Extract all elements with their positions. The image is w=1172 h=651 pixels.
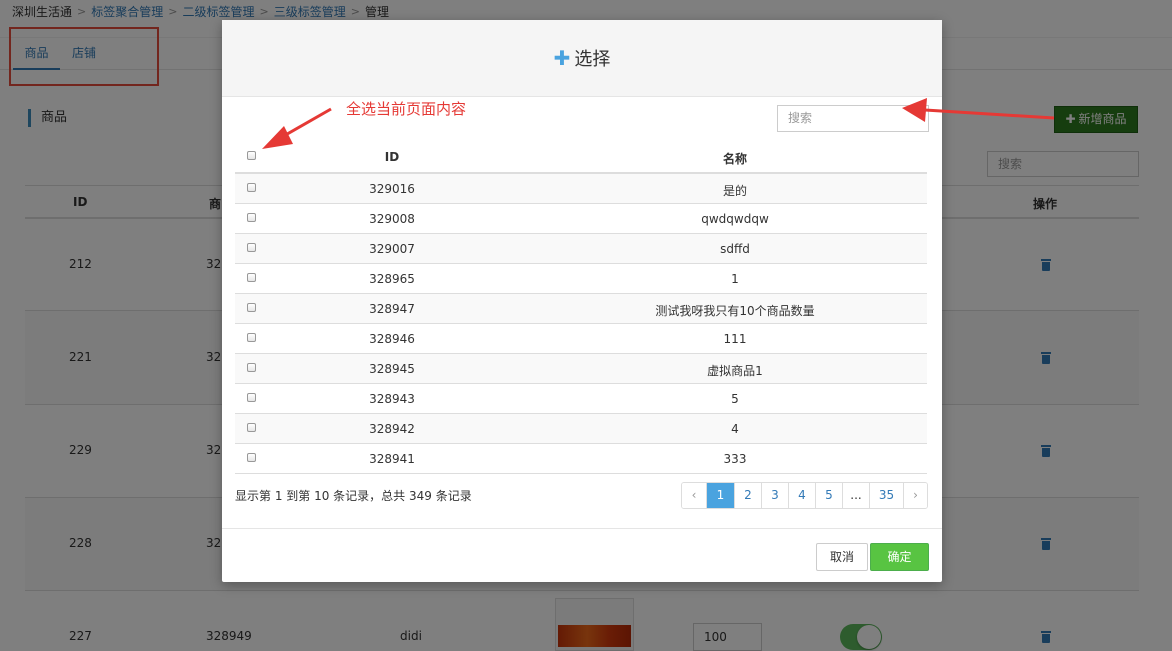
modal-table-row[interactable]: 329008 qwdqwdqw [235,204,927,234]
row-id: 328945 [369,362,415,376]
modal-table-row[interactable]: 328965 1 [235,264,927,294]
pagination-info: 显示第 1 到第 10 条记录，总共 349 条记录 [235,489,472,503]
row-name: sdffd [720,242,750,256]
row-id: 328965 [369,272,415,286]
modal-table-row[interactable]: 328942 4 [235,414,927,444]
pagination: ‹ 1 2 3 4 5 ... 35 › [681,482,928,509]
page-button[interactable]: 3 [761,483,788,508]
modal-table-row[interactable]: 328946 111 [235,324,927,354]
row-checkbox[interactable] [247,423,256,432]
select-modal: ✚ 选择 搜索 ID 名称 329016 是的 329008 qwdqwdqw 32900… [222,20,942,582]
row-checkbox[interactable] [247,333,256,342]
row-checkbox[interactable] [247,363,256,372]
row-name: 5 [731,392,739,406]
row-id: 329008 [369,212,415,226]
modal-title: ✚ 选择 [222,47,942,71]
page-button[interactable]: 5 [815,483,842,508]
page-ellipsis: ... [842,483,869,508]
page-button[interactable]: 2 [734,483,761,508]
page-button[interactable]: 35 [869,483,903,508]
modal-footer: 取消 确定 [222,528,942,582]
confirm-button[interactable]: 确定 [870,543,929,571]
row-name: 1 [731,272,739,286]
row-id: 328947 [369,302,415,316]
row-checkbox[interactable] [247,303,256,312]
row-name: 333 [723,452,747,466]
modal-table-row[interactable]: 329016 是的 [235,174,927,204]
row-name: 虚拟商品1 [707,364,763,378]
row-id: 328942 [369,422,415,436]
modal-table-row[interactable]: 328943 5 [235,384,927,414]
row-id: 328943 [369,392,415,406]
row-id: 328941 [369,452,415,466]
row-id: 329016 [369,182,415,196]
prev-page-button[interactable]: ‹ [682,483,706,508]
row-id: 329007 [369,242,415,256]
modal-header: ✚ 选择 [222,20,942,97]
row-name: 测试我呀我只有10个商品数量 [655,304,815,318]
page-button[interactable]: 1 [706,483,734,508]
row-checkbox[interactable] [247,393,256,402]
column-header-name: 名称 [722,152,747,166]
modal-table-row[interactable]: 328947 测试我呀我只有10个商品数量 [235,294,927,324]
column-header-id: ID [384,150,400,164]
row-checkbox[interactable] [247,243,256,252]
row-checkbox[interactable] [247,213,256,222]
row-checkbox[interactable] [247,453,256,462]
row-id: 328946 [369,332,415,346]
select-all-checkbox[interactable] [247,151,256,160]
row-name: 4 [731,422,739,436]
next-page-button[interactable]: › [903,483,927,508]
modal-search-input[interactable]: 搜索 [777,105,929,132]
row-name: 是的 [722,184,747,198]
modal-table-header: ID 名称 [235,138,927,174]
modal-title-text: 选择 [574,49,611,70]
annotation-label: 全选当前页面内容 [346,100,467,118]
modal-table-row[interactable]: 329007 sdffd [235,234,927,264]
cancel-button[interactable]: 取消 [816,543,868,571]
row-checkbox[interactable] [247,273,256,282]
modal-table-row[interactable]: 328941 333 [235,444,927,474]
page-button[interactable]: 4 [788,483,815,508]
modal-table-row[interactable]: 328945 虚拟商品1 [235,354,927,384]
row-checkbox[interactable] [247,183,256,192]
plus-icon: ✚ [553,46,571,70]
row-name: 111 [723,332,747,346]
row-name: qwdqwdqw [701,212,769,226]
